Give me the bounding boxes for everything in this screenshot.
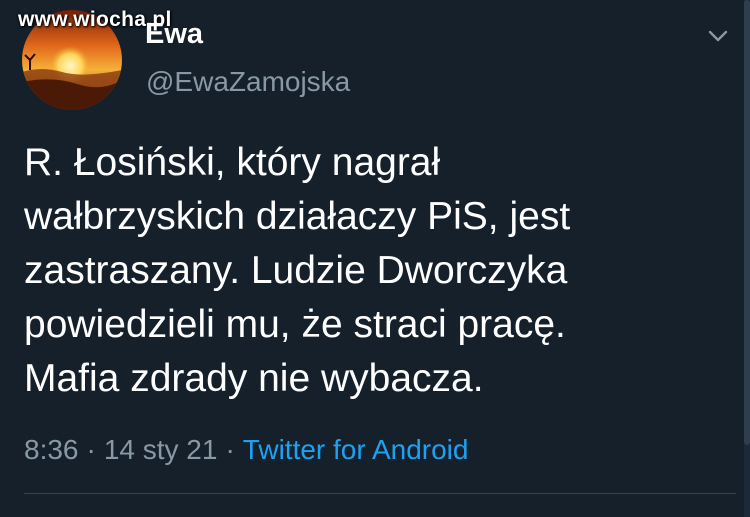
tweet-meta: 8:36 · 14 sty 21 · Twitter for Android [24,434,468,466]
divider [24,493,736,494]
tweet-line: zastraszany. Ludzie Dworczyka [24,249,568,292]
tweet-time[interactable]: 8:36 [24,434,79,465]
tweet-line: powiedzieli mu, że straci pracę. [24,303,566,346]
user-handle[interactable]: @EwaZamojska [146,66,350,98]
tweet-source-link[interactable]: Twitter for Android [243,434,469,465]
chevron-down-icon[interactable] [706,26,730,46]
display-name[interactable]: Ewa [145,18,203,51]
tweet-line: Mafia zdrady nie wybacza. [24,357,484,400]
tweet-date[interactable]: 14 sty 21 [104,434,218,465]
tweet-line: R. Łosiński, który nagrał [24,141,441,184]
scrollbar-thumb[interactable] [744,0,750,445]
scrollbar[interactable] [744,0,750,517]
meta-separator: · [86,434,96,465]
meta-separator: · [225,434,235,465]
tweet-line: wałbrzyskich działaczy PiS, jest [24,195,571,238]
tweet-text: R. Łosiński, który nagrał wałbrzyskich d… [24,136,724,406]
